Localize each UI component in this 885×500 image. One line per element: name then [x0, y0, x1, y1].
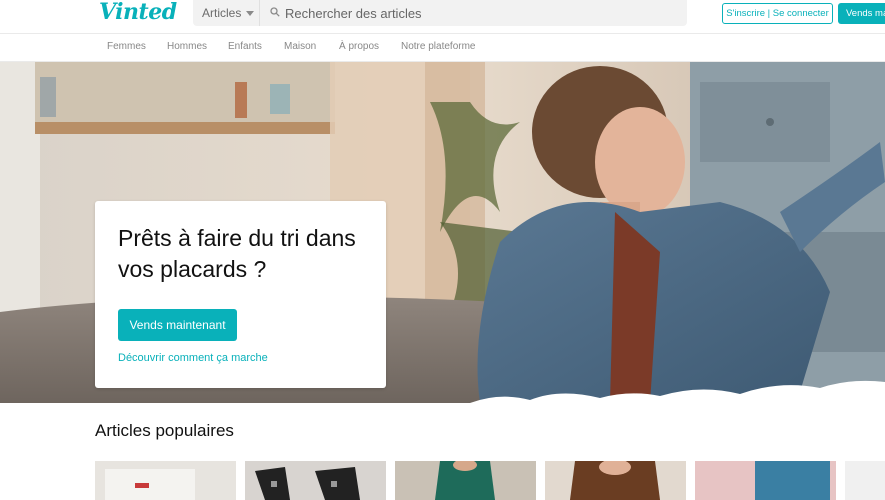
nav-item-femmes[interactable]: Femmes — [107, 41, 146, 52]
article-thumbnail[interactable] — [845, 461, 885, 500]
nav-item-enfants[interactable]: Enfants — [228, 41, 262, 52]
search-category-dropdown[interactable]: Articles — [193, 0, 260, 26]
top-header: Vinted Articles S'inscrire | Se connecte… — [0, 0, 885, 33]
hero-title: Prêts à faire du tri dans vos placards ? — [118, 225, 356, 282]
article-thumbnail[interactable] — [95, 461, 236, 500]
article-thumbnail[interactable] — [545, 461, 686, 500]
search-icon — [270, 7, 280, 17]
sell-now-button[interactable]: Vends maintenant — [118, 309, 237, 341]
how-it-works-link[interactable]: Découvrir comment ça marche — [118, 352, 268, 364]
caret-down-icon — [246, 10, 255, 16]
search-bar: Articles — [193, 0, 687, 26]
vinted-logo[interactable]: Vinted — [99, 0, 177, 26]
nav-item-notre-plateforme[interactable]: Notre plateforme — [401, 41, 475, 52]
hero-card: Prêts à faire du tri dans vos placards ?… — [95, 201, 386, 388]
article-thumbnail[interactable] — [395, 461, 536, 500]
signup-login-button[interactable]: S'inscrire | Se connecter — [722, 3, 833, 24]
hero-banner: Prêts à faire du tri dans vos placards ?… — [0, 62, 885, 403]
nav-item-hommes[interactable]: Hommes — [167, 41, 207, 52]
category-nav: Femmes Hommes Enfants Maison À propos No… — [0, 33, 885, 62]
nav-item-a-propos[interactable]: À propos — [339, 41, 379, 52]
sell-now-header-button[interactable]: Vends maintenant — [838, 3, 885, 24]
article-thumbnail[interactable] — [695, 461, 836, 500]
popular-articles-title: Articles populaires — [95, 421, 234, 440]
search-category-label: Articles — [202, 6, 242, 20]
article-thumbnail[interactable] — [245, 461, 386, 500]
search-input[interactable] — [285, 0, 680, 26]
nav-item-maison[interactable]: Maison — [284, 41, 316, 52]
